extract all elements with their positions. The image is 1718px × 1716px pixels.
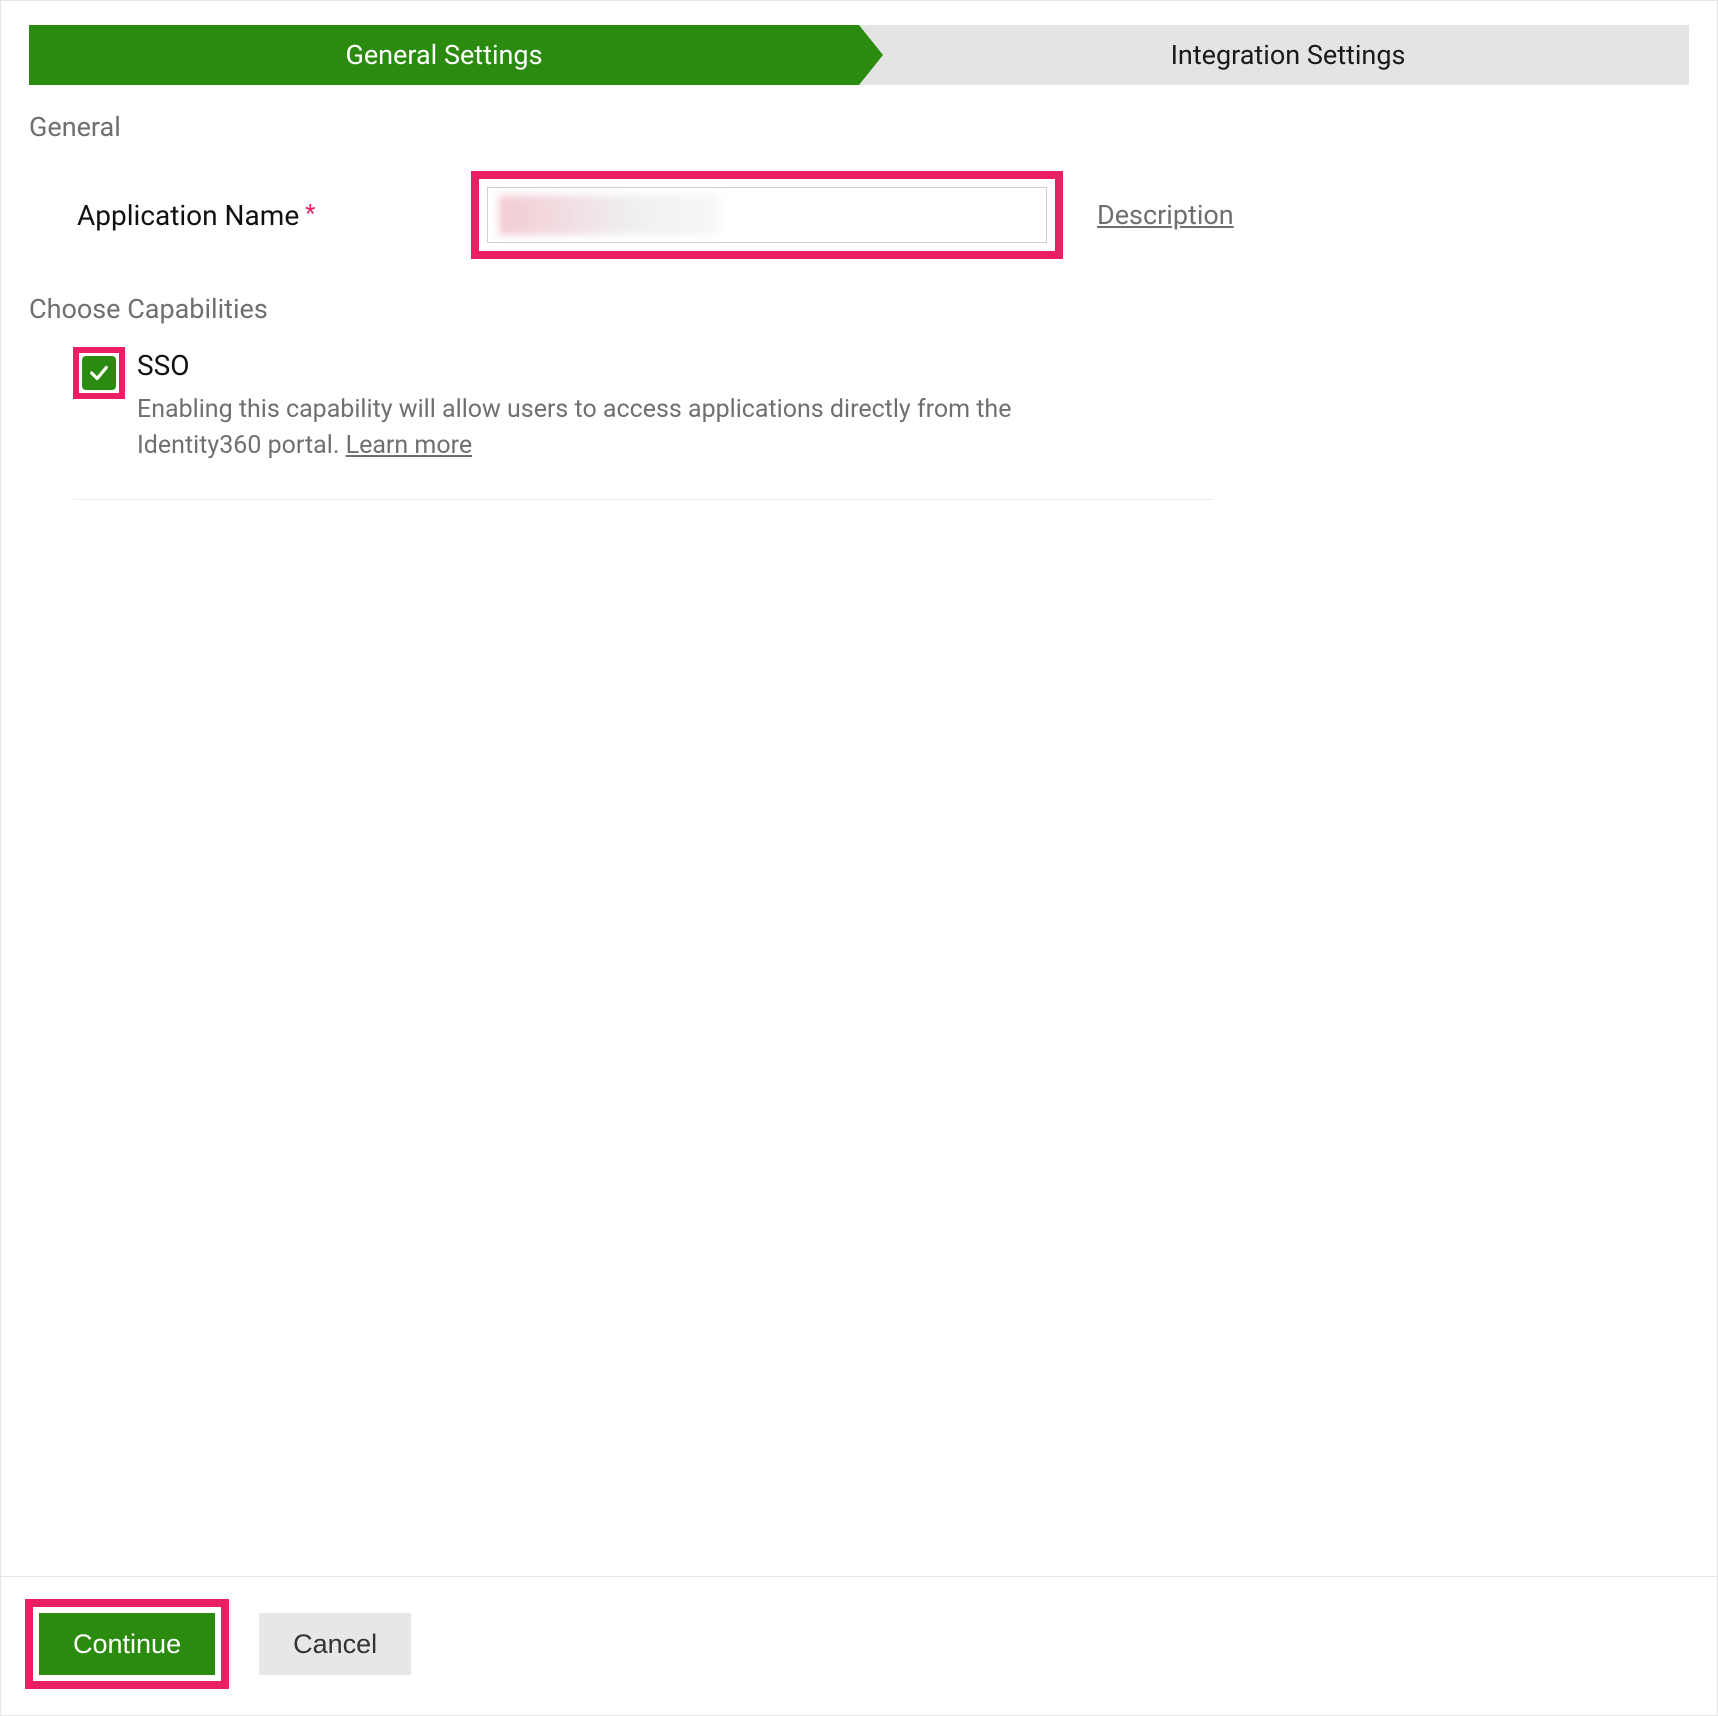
highlight-continue-button: Continue (25, 1599, 229, 1689)
capability-sso-row: SSO Enabling this capability will allow … (73, 347, 1213, 500)
step-inactive-label: Integration Settings (1171, 39, 1406, 71)
application-name-label: Application Name* (77, 199, 447, 232)
capability-sso-text: SSO Enabling this capability will allow … (137, 349, 1077, 465)
content-area: General Settings Integration Settings Ge… (1, 1, 1717, 1576)
footer-actions: Continue Cancel (1, 1576, 1717, 1715)
highlight-sso-checkbox (73, 347, 125, 399)
section-title-capabilities: Choose Capabilities (29, 293, 1689, 325)
wizard-stepper: General Settings Integration Settings (29, 25, 1689, 85)
highlight-application-name (471, 171, 1063, 259)
continue-button[interactable]: Continue (39, 1613, 215, 1675)
learn-more-link[interactable]: Learn more (346, 431, 472, 460)
sso-checkbox[interactable] (82, 356, 116, 390)
field-application-name: Application Name* Description (77, 171, 1689, 259)
section-title-general: General (29, 111, 1689, 143)
application-name-input[interactable] (487, 187, 1047, 243)
capability-sso-description: Enabling this capability will allow user… (137, 392, 1077, 465)
description-link[interactable]: Description (1097, 199, 1234, 231)
step-general-settings[interactable]: General Settings (29, 25, 859, 85)
check-icon (88, 362, 110, 384)
step-integration-settings[interactable]: Integration Settings (859, 25, 1689, 85)
settings-page: General Settings Integration Settings Ge… (0, 0, 1718, 1716)
required-star-icon: * (305, 199, 315, 227)
capability-sso-description-text: Enabling this capability will allow user… (137, 395, 1011, 460)
step-active-label: General Settings (345, 39, 542, 71)
application-name-label-text: Application Name (77, 199, 299, 232)
cancel-button[interactable]: Cancel (259, 1613, 411, 1675)
capability-sso-label: SSO (137, 349, 1077, 382)
